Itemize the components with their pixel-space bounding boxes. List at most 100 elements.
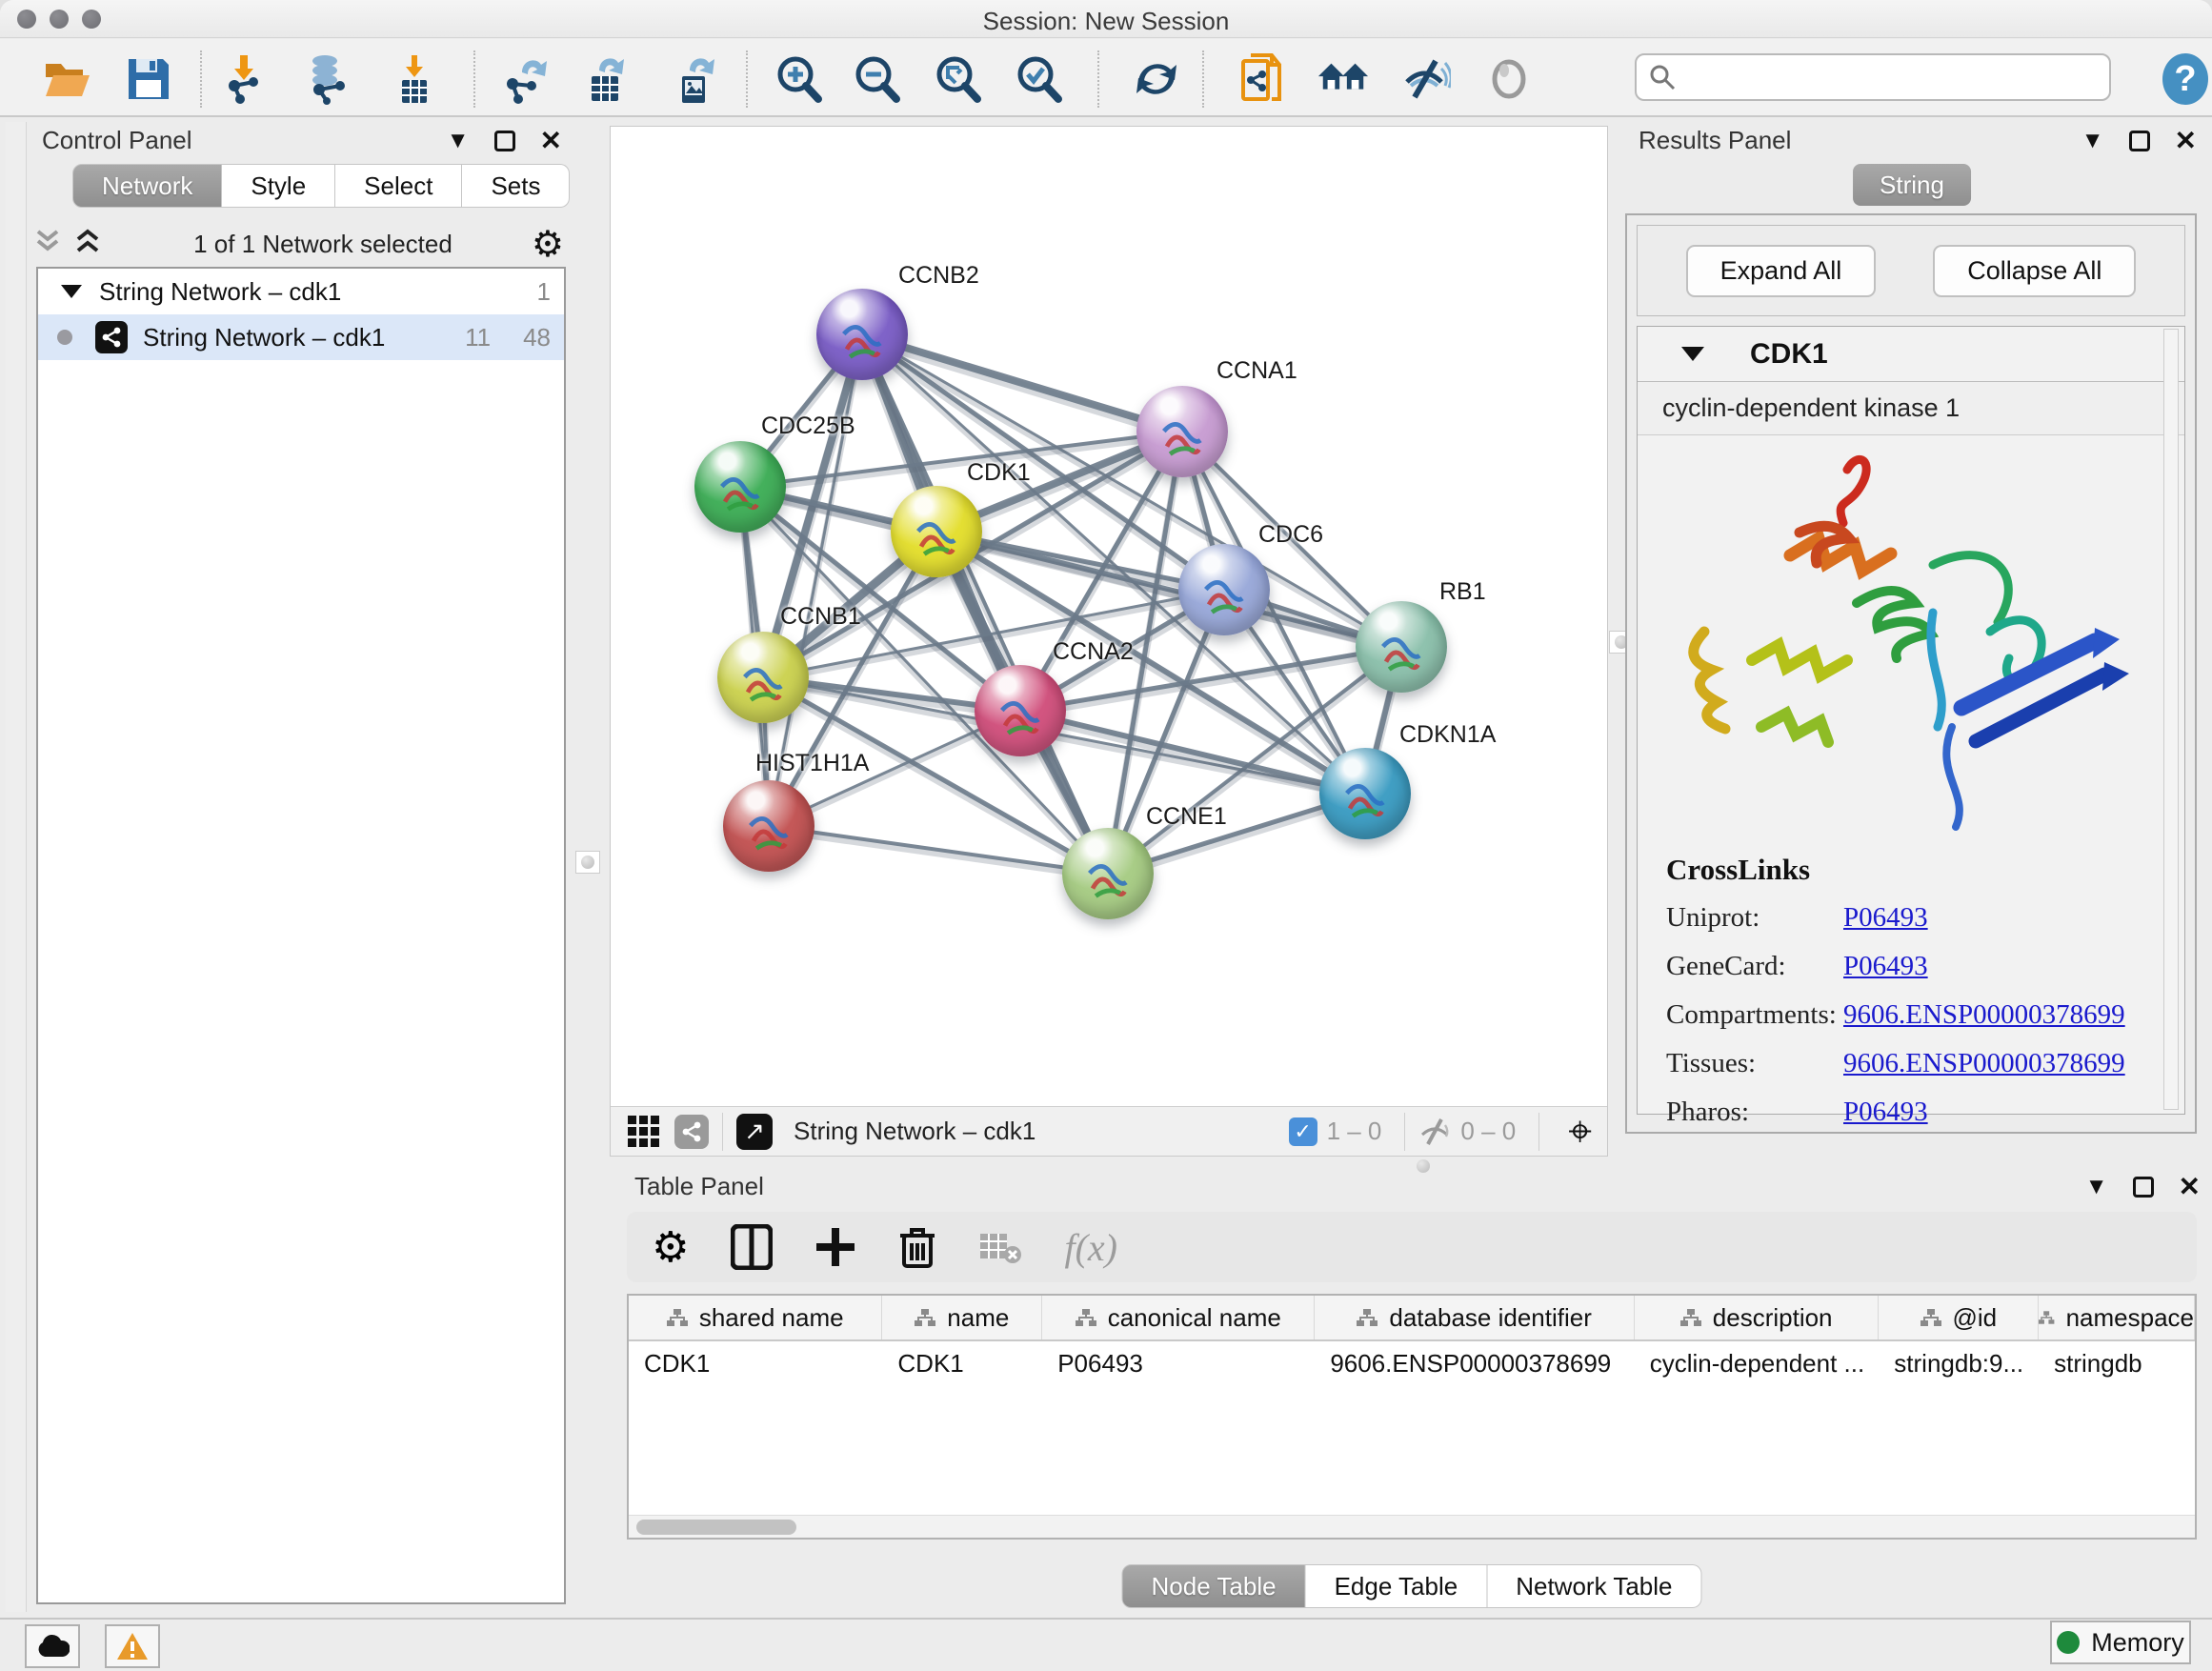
zoom-in-icon[interactable] — [772, 52, 825, 106]
table-cell[interactable]: cyclin-dependent ... — [1635, 1341, 1880, 1385]
export-image-icon[interactable] — [670, 52, 723, 106]
network-node-HIST1H1A[interactable] — [723, 780, 814, 872]
delete-column-icon[interactable] — [898, 1224, 936, 1270]
zoom-out-icon[interactable] — [850, 52, 903, 106]
app-window: Session: New Session — [0, 0, 2212, 1671]
import-network-file-icon[interactable] — [220, 52, 273, 106]
column-header-database-identifier[interactable]: database identifier — [1315, 1296, 1635, 1339]
control-panel-close-icon[interactable]: ✕ — [540, 128, 562, 154]
search-field[interactable] — [1635, 53, 2111, 101]
network-node-CDC6[interactable] — [1178, 544, 1270, 635]
zoom-fit-icon[interactable] — [931, 52, 984, 106]
table-cell[interactable]: stringdb — [2039, 1341, 2195, 1385]
tab-string[interactable]: String — [1853, 164, 1971, 206]
birds-eye-view-icon[interactable]: ⌖ — [1568, 1111, 1592, 1153]
table-settings-gear-icon[interactable]: ⚙ — [652, 1223, 689, 1272]
table-panel-close-icon[interactable]: ✕ — [2179, 1174, 2201, 1200]
crosslink-value-link[interactable]: 9606.ENSP00000378699 — [1843, 999, 2125, 1031]
results-scrollbar[interactable] — [2163, 329, 2179, 1110]
show-eye-icon[interactable] — [1482, 52, 1536, 106]
network-node-CDC25B[interactable] — [694, 441, 786, 533]
network-node-CDKN1A[interactable] — [1319, 748, 1411, 839]
column-header-shared-name[interactable]: shared name — [629, 1296, 882, 1339]
expand-all-icon[interactable] — [74, 228, 101, 261]
table-panel-float-icon[interactable]: ▼ — [2085, 1176, 2108, 1198]
home-pages-icon[interactable] — [1317, 52, 1370, 106]
open-session-icon[interactable] — [40, 52, 93, 106]
tab-network-table[interactable]: Network Table — [1487, 1564, 1701, 1608]
table-panel: Table Panel ▼ ✕ ⚙ f(x) shared namenameca… — [617, 1170, 2206, 1614]
table-panel-maximize-icon[interactable] — [2133, 1177, 2154, 1198]
results-panel-float-icon[interactable]: ▼ — [2081, 130, 2104, 152]
help-icon[interactable]: ? — [2159, 52, 2212, 106]
tab-sets[interactable]: Sets — [462, 164, 570, 208]
import-network-database-icon[interactable] — [301, 52, 354, 106]
cloud-button[interactable] — [25, 1624, 80, 1668]
table-cell[interactable]: P06493 — [1042, 1341, 1315, 1385]
expand-all-button[interactable]: Expand All — [1686, 245, 1877, 297]
network-node-CCNA1[interactable] — [1136, 386, 1228, 477]
collapse-all-button[interactable]: Collapse All — [1933, 245, 2136, 297]
table-cell[interactable]: CDK1 — [882, 1341, 1042, 1385]
tab-node-table[interactable]: Node Table — [1122, 1564, 1306, 1608]
column-visibility-icon[interactable] — [731, 1224, 773, 1270]
network-row[interactable]: String Network – cdk1 1148 — [38, 314, 564, 360]
column-header-description[interactable]: description — [1635, 1296, 1880, 1339]
tab-network[interactable]: Network — [72, 164, 222, 208]
search-input[interactable] — [1686, 63, 2109, 92]
refresh-icon[interactable] — [1130, 52, 1183, 106]
network-options-gear-icon[interactable]: ⚙ — [532, 223, 564, 265]
tab-select[interactable]: Select — [335, 164, 462, 208]
network-node-RB1[interactable] — [1356, 601, 1447, 693]
tab-edge-table[interactable]: Edge Table — [1306, 1564, 1488, 1608]
network-collection-row[interactable]: String Network – cdk1 1 — [38, 269, 564, 314]
collection-caret-icon[interactable] — [61, 285, 82, 298]
hidden-eye-icon[interactable] — [1418, 1117, 1451, 1146]
crosslink-value-link[interactable]: P06493 — [1843, 1097, 1928, 1128]
add-column-icon[interactable] — [814, 1226, 856, 1268]
selected-checkbox-icon[interactable]: ✓ — [1289, 1117, 1317, 1146]
detach-view-icon[interactable]: ↗ — [736, 1114, 773, 1150]
table-cell[interactable]: stringdb:9... — [1879, 1341, 2039, 1385]
export-table-icon[interactable] — [581, 52, 634, 106]
zoom-selected-icon[interactable] — [1012, 52, 1065, 106]
hide-selected-eye-icon[interactable] — [1398, 52, 1452, 106]
memory-button[interactable]: Memory — [2050, 1621, 2191, 1664]
tab-style[interactable]: Style — [222, 164, 335, 208]
table-cell[interactable]: 9606.ENSP00000378699 — [1315, 1341, 1634, 1385]
delete-table-icon[interactable] — [978, 1230, 1022, 1264]
collapse-all-icon[interactable] — [34, 228, 61, 261]
network-node-CCNA2[interactable] — [975, 665, 1066, 756]
column-header-namespace[interactable]: namespace — [2039, 1296, 2195, 1339]
left-splitter-handle[interactable] — [575, 851, 600, 874]
results-panel-maximize-icon[interactable] — [2129, 131, 2150, 151]
warnings-button[interactable] — [105, 1624, 160, 1668]
results-panel-close-icon[interactable]: ✕ — [2175, 128, 2197, 154]
control-panel-maximize-icon[interactable] — [494, 131, 515, 151]
network-view-share-icon[interactable] — [674, 1115, 709, 1149]
network-node-CDK1[interactable] — [891, 486, 982, 577]
network-node-CCNB2[interactable] — [816, 289, 908, 380]
column-header-@id[interactable]: @id — [1879, 1296, 2039, 1339]
network-node-CCNE1[interactable] — [1062, 828, 1154, 919]
crosslink-value-link[interactable]: 9606.ENSP00000378699 — [1843, 1048, 2125, 1079]
crosslink-value-link[interactable]: P06493 — [1843, 902, 1928, 934]
column-header-name[interactable]: name — [882, 1296, 1042, 1339]
network-canvas[interactable]: CCNB2CCNA1CDC25BCDK1CDC6RB1CCNB1CCNA2CDK… — [611, 127, 1607, 1106]
crosslinks-title: CrossLinks — [1666, 853, 2125, 887]
table-panel-title: Table Panel — [634, 1172, 764, 1201]
import-table-file-icon[interactable] — [390, 52, 443, 106]
control-panel-float-icon[interactable]: ▼ — [447, 130, 470, 152]
save-session-icon[interactable] — [122, 52, 175, 106]
scrollbar-thumb[interactable] — [636, 1520, 796, 1535]
share-document-icon[interactable] — [1237, 52, 1290, 106]
grid-view-icon[interactable] — [628, 1116, 659, 1147]
network-node-CCNB1[interactable] — [717, 632, 809, 723]
function-builder-icon[interactable]: f(x) — [1064, 1225, 1117, 1270]
crosslink-value-link[interactable]: P06493 — [1843, 951, 1928, 982]
export-network-icon[interactable] — [500, 52, 553, 106]
column-header-canonical-name[interactable]: canonical name — [1042, 1296, 1315, 1339]
table-horizontal-scrollbar[interactable] — [629, 1515, 2195, 1538]
table-cell[interactable]: CDK1 — [629, 1341, 882, 1385]
gene-collapse-caret-icon[interactable] — [1681, 347, 1704, 361]
